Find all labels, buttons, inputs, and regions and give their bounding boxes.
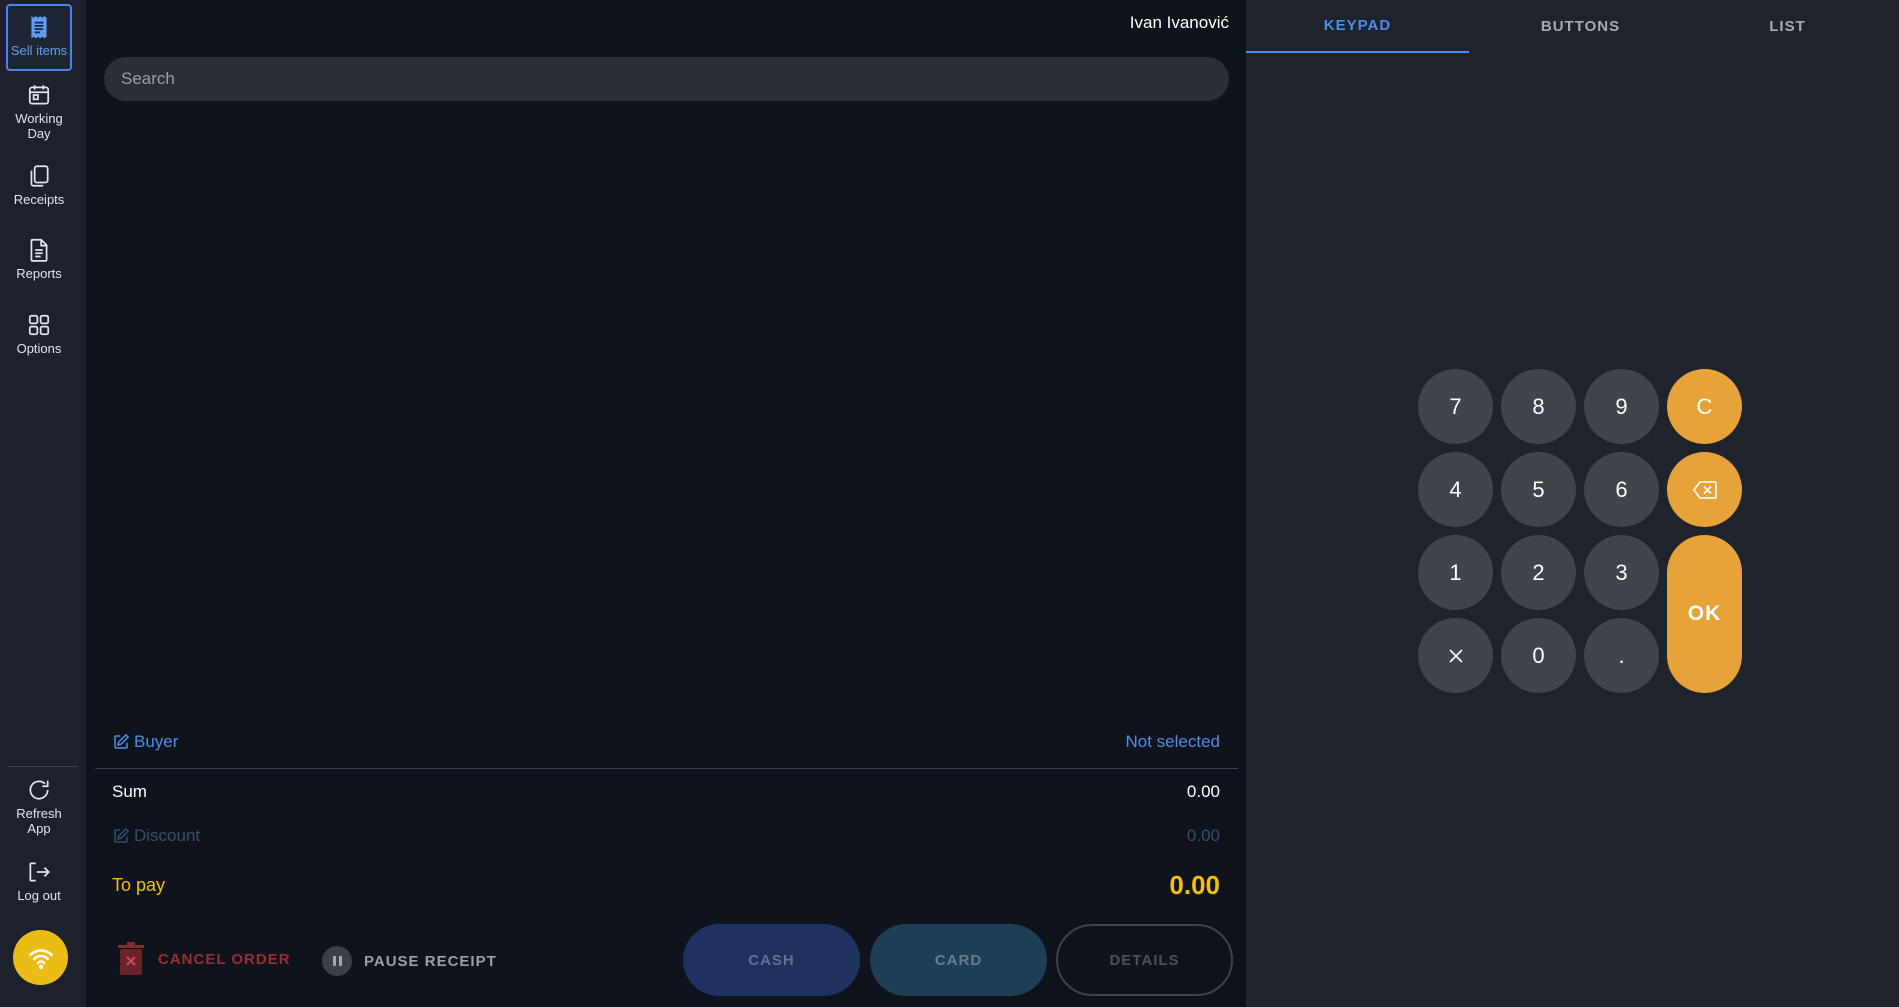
buyer-row: Buyer Not selected — [112, 730, 1220, 754]
sidebar-item-sell-items[interactable]: Sell items — [6, 4, 72, 71]
discount-edit-link[interactable]: Discount — [112, 826, 200, 846]
edit-icon — [114, 733, 130, 749]
sum-value: 0.00 — [1186, 782, 1220, 801]
key-7[interactable]: 7 — [1418, 369, 1493, 444]
order-actions: CANCEL ORDER PAUSE RECEIPT CASH CARD DET… — [86, 924, 1246, 996]
copy-icon — [30, 165, 49, 187]
key-8[interactable]: 8 — [1501, 369, 1576, 444]
sidebar-item-label: Refresh App — [16, 806, 62, 836]
pos-app: Sell items Working Day Receipts Reports … — [0, 0, 1899, 1007]
to-pay-value: 0.00 — [1169, 870, 1220, 900]
buyer-edit-link[interactable]: Buyer — [112, 732, 178, 752]
logout-icon — [29, 862, 50, 882]
summary-divider — [95, 768, 1238, 769]
key-0[interactable]: 0 — [1501, 618, 1576, 693]
pause-receipt-label: PAUSE RECEIPT — [364, 952, 497, 970]
sidebar-item-label: Sell items — [10, 43, 68, 58]
to-pay-row: To pay 0.00 — [112, 870, 1220, 901]
multiply-icon — [1448, 648, 1463, 663]
discount-row: Discount 0.00 — [112, 826, 1220, 846]
sidebar-item-refresh-app[interactable]: Refresh App — [6, 777, 72, 836]
document-icon — [30, 238, 48, 262]
discount-value: 0.00 — [1186, 826, 1220, 845]
discount-label: Discount — [134, 826, 201, 845]
key-3[interactable]: 3 — [1584, 535, 1659, 610]
backspace-button[interactable] — [1667, 452, 1742, 527]
sidebar-item-options[interactable]: Options — [6, 312, 72, 356]
connection-status-button[interactable] — [13, 930, 68, 985]
to-pay-label: To pay — [112, 875, 166, 895]
search-input[interactable] — [104, 57, 1229, 101]
tab-keypad[interactable]: KEYPAD — [1246, 0, 1469, 53]
user-name: Ivan Ivanović — [1129, 13, 1229, 32]
sum-row: Sum 0.00 — [112, 782, 1220, 802]
details-button[interactable]: DETAILS — [1056, 924, 1233, 996]
calendar-icon — [28, 85, 50, 105]
sidebar-item-label: Reports — [16, 266, 62, 281]
sidebar-item-working-day[interactable]: Working Day — [6, 82, 72, 141]
clear-button[interactable]: C — [1667, 369, 1742, 444]
pause-icon — [322, 946, 352, 976]
tab-list[interactable]: LIST — [1676, 0, 1899, 53]
key-6[interactable]: 6 — [1584, 452, 1659, 527]
sidebar: Sell items Working Day Receipts Reports … — [0, 0, 86, 1007]
sidebar-item-label: Working Day — [15, 111, 63, 141]
wifi-icon — [28, 948, 53, 969]
order-panel: Ivan Ivanović Buyer Not selected Sum 0.0… — [86, 0, 1246, 1007]
sidebar-item-receipts[interactable]: Receipts — [6, 163, 72, 207]
ok-button[interactable]: OK — [1667, 535, 1742, 693]
buyer-label: Buyer — [134, 732, 179, 751]
key-2[interactable]: 2 — [1501, 535, 1576, 610]
input-panel: KEYPAD BUTTONS LIST 7 8 9 C 4 5 6 1 2 3 … — [1246, 0, 1899, 1007]
card-button[interactable]: CARD — [870, 924, 1047, 996]
key-9[interactable]: 9 — [1584, 369, 1659, 444]
tab-buttons[interactable]: BUTTONS — [1469, 0, 1692, 53]
key-decimal[interactable]: . — [1584, 618, 1659, 693]
cancel-order-button[interactable]: CANCEL ORDER — [116, 942, 291, 976]
input-tabs: KEYPAD BUTTONS LIST — [1246, 0, 1899, 54]
cash-button[interactable]: CASH — [683, 924, 860, 996]
edit-icon — [114, 827, 130, 843]
numeric-keypad: 7 8 9 C 4 5 6 1 2 3 OK 0 . — [1418, 369, 1744, 693]
buyer-value[interactable]: Not selected — [1126, 732, 1221, 752]
key-1[interactable]: 1 — [1418, 535, 1493, 610]
pause-receipt-button[interactable]: PAUSE RECEIPT — [322, 946, 497, 976]
sidebar-item-label: Options — [16, 341, 62, 356]
key-4[interactable]: 4 — [1418, 452, 1493, 527]
backspace-icon — [1692, 480, 1717, 499]
key-5[interactable]: 5 — [1501, 452, 1576, 527]
sidebar-item-label: Log out — [17, 888, 61, 903]
refresh-icon — [29, 780, 49, 800]
sidebar-item-label: Receipts — [13, 192, 65, 207]
sidebar-divider — [8, 766, 78, 767]
cancel-order-label: CANCEL ORDER — [158, 950, 291, 968]
multiply-button[interactable] — [1418, 618, 1493, 693]
grid-icon — [28, 314, 50, 336]
trash-icon — [118, 942, 144, 975]
sidebar-item-log-out[interactable]: Log out — [6, 859, 72, 903]
sum-label: Sum — [112, 782, 147, 801]
sidebar-item-reports[interactable]: Reports — [6, 237, 72, 281]
receipt-icon — [31, 16, 47, 39]
